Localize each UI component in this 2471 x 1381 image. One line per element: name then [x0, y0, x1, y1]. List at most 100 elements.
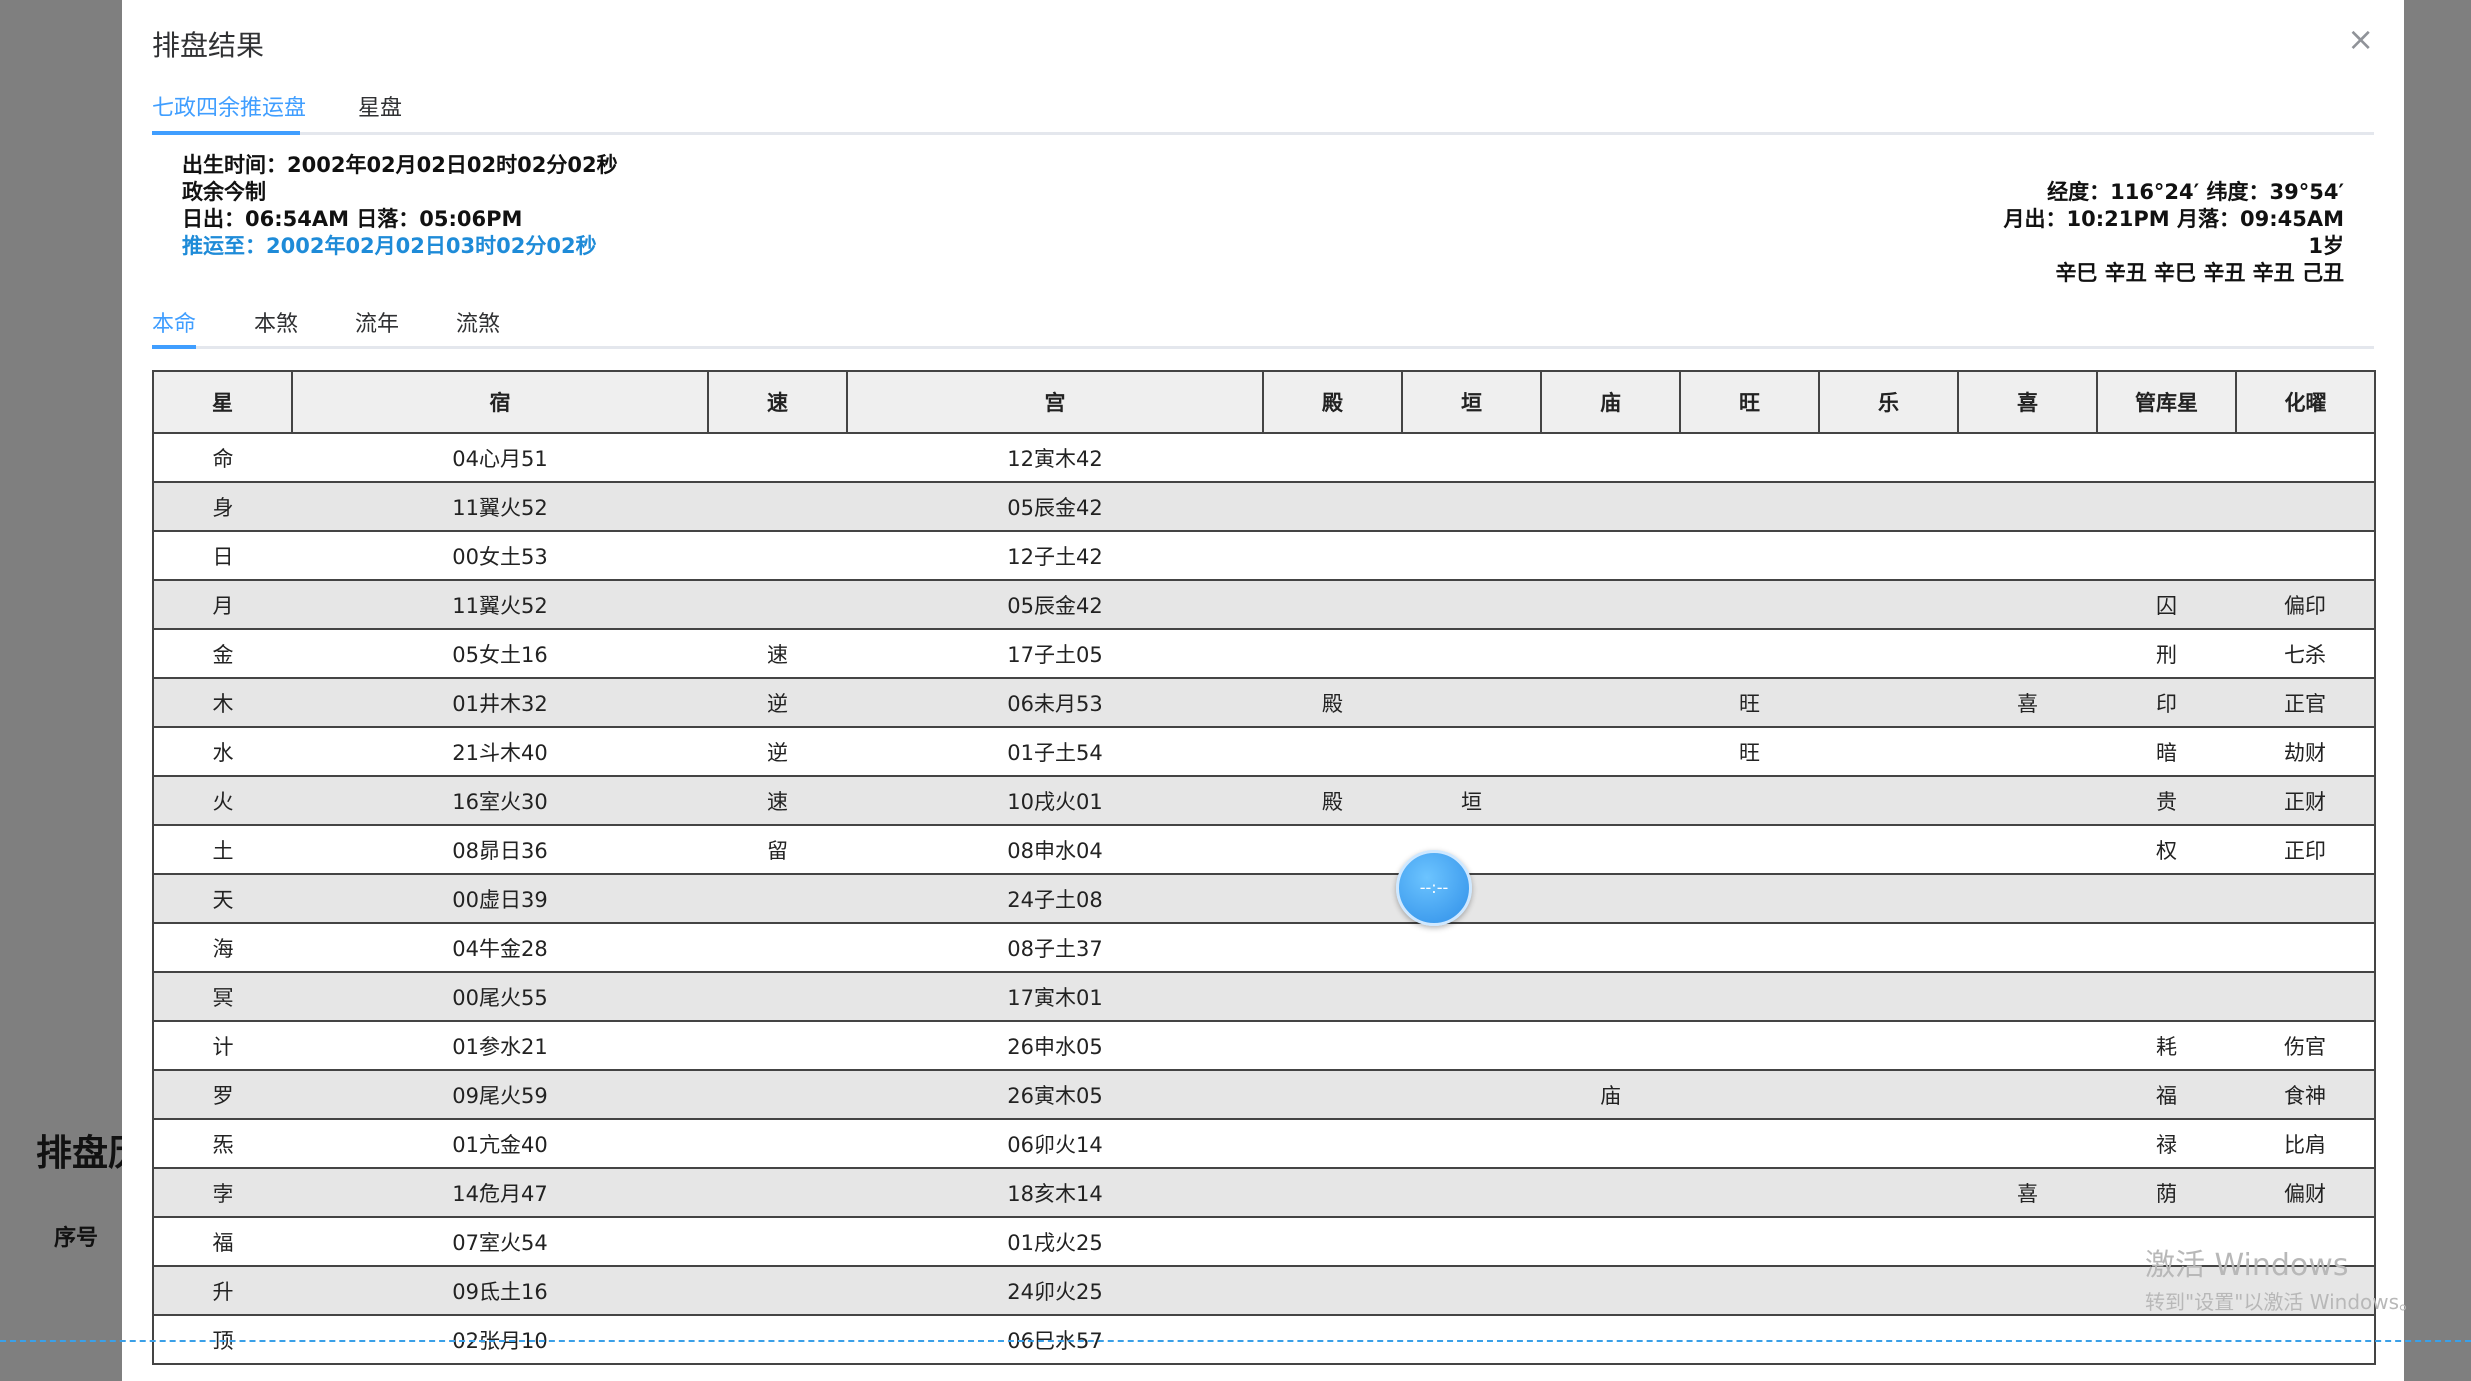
table-cell — [1541, 579, 1680, 630]
table-cell — [708, 530, 847, 581]
table-cell: 庙 — [1541, 1069, 1680, 1120]
active-subtab-indicator — [152, 345, 196, 349]
table-cell — [1263, 1118, 1402, 1169]
location-info: 经度：116°24′ 纬度：39°54′ 月出：10:21PM 月落：09:45… — [2004, 179, 2344, 287]
table-cell — [1541, 1167, 1680, 1218]
table-row: 日 00女土53 12子土42 — [152, 530, 2376, 581]
table-cell: 比肩 — [2236, 1118, 2376, 1169]
table-cell: 17子土05 — [847, 628, 1263, 679]
table-cell — [1958, 1265, 2097, 1316]
table-cell: 金 — [152, 628, 292, 679]
column-header: 速 — [707, 370, 848, 434]
table-cell: 00女土53 — [292, 530, 708, 581]
watermark-line1: 激活 Windows — [2145, 1248, 2349, 1283]
table-cell — [1819, 1069, 1958, 1120]
column-header: 庙 — [1540, 370, 1681, 434]
column-header: 宫 — [846, 370, 1264, 434]
table-cell: 升 — [152, 1265, 292, 1316]
table-cell: 12子土42 — [847, 530, 1263, 581]
table-cell — [1680, 873, 1819, 924]
table-cell — [1958, 628, 2097, 679]
table-cell: 24卯火25 — [847, 1265, 1263, 1316]
top-tabs: 七政四余推运盘 星盘 — [152, 86, 2374, 135]
table-cell — [708, 1118, 847, 1169]
close-icon[interactable]: × — [2347, 20, 2374, 58]
table-cell: 正印 — [2236, 824, 2376, 875]
table-cell — [1680, 1020, 1819, 1071]
table-cell — [1958, 1118, 2097, 1169]
table-cell — [1680, 775, 1819, 826]
watermark-line2: 转到"设置"以激活 Windows。 — [2145, 1290, 2420, 1314]
table-cell — [1541, 1118, 1680, 1169]
tab-liunian[interactable]: 流年 — [355, 306, 399, 338]
table-cell — [708, 1216, 847, 1267]
table-cell — [1680, 432, 1819, 483]
table-row: 土 08昴日36 留 08申水04 权正印 — [152, 824, 2376, 875]
table-row: 升 09氐土16 24卯火25 — [152, 1265, 2376, 1316]
table-cell — [1958, 432, 2097, 483]
table-cell — [1402, 579, 1541, 630]
table-cell — [708, 922, 847, 973]
star-table: 星宿速宫殿垣庙旺乐喜管库星 化曜 命 04心月51 12寅木42 身 11翼火52 05辰金… — [152, 370, 2376, 1365]
table-cell — [1958, 971, 2097, 1022]
table-cell: 七杀 — [2236, 628, 2376, 679]
result-dialog: 排盘结果 × 七政四余推运盘 星盘 出生时间：2002年02月02日02时02分… — [122, 0, 2404, 1381]
table-row: 罗 09尾火59 26寅木05 庙 福食神 — [152, 1069, 2376, 1120]
table-cell — [1819, 971, 1958, 1022]
tab-liusha[interactable]: 流煞 — [456, 306, 500, 338]
table-cell: 贵 — [2097, 775, 2236, 826]
table-cell — [1680, 1118, 1819, 1169]
table-cell: 火 — [152, 775, 292, 826]
tab-qizheng[interactable]: 七政四余推运盘 — [152, 90, 306, 122]
moonrise-moonset: 月出：10:21PM 月落：09:45AM — [2003, 207, 2344, 231]
table-cell: 喜 — [1958, 677, 2097, 728]
table-cell: 留 — [708, 824, 847, 875]
sub-tabs: 本命 本煞 流年 流煞 — [152, 302, 2374, 349]
table-cell — [1958, 775, 2097, 826]
table-header-row: 星宿速宫殿垣庙旺乐喜管库星 化曜 — [152, 370, 2376, 434]
table-cell — [1263, 481, 1402, 532]
table-cell: 日 — [152, 530, 292, 581]
table-cell: 09氐土16 — [292, 1265, 708, 1316]
table-cell — [2097, 530, 2236, 581]
table-cell: 00尾火55 — [292, 971, 708, 1022]
table-cell — [1402, 1167, 1541, 1218]
table-row: 水 21斗木40 逆 01子土54 旺 暗劫财 — [152, 726, 2376, 777]
table-cell — [1680, 824, 1819, 875]
table-cell — [1402, 971, 1541, 1022]
table-cell: 01戌火25 — [847, 1216, 1263, 1267]
table-cell: 04牛金28 — [292, 922, 708, 973]
table-cell: 04心月51 — [292, 432, 708, 483]
column-header: 乐 — [1818, 370, 1959, 434]
table-row: 计 01参水21 26申水05 耗伤官 — [152, 1020, 2376, 1071]
table-cell — [1541, 530, 1680, 581]
table-cell — [1680, 1167, 1819, 1218]
table-cell — [1819, 775, 1958, 826]
table-cell — [1263, 1216, 1402, 1267]
table-cell — [1680, 1216, 1819, 1267]
table-body: 命 04心月51 12寅木42 身 11翼火52 05辰金42 日 00女土53 12子土42 月… — [152, 432, 2376, 1365]
table-cell: 01子土54 — [847, 726, 1263, 777]
table-cell: 旺 — [1680, 677, 1819, 728]
birth-info: 出生时间：2002年02月02日02时02分02秒 政余今制 日出：06:54A… — [182, 152, 618, 260]
table-cell — [1402, 432, 1541, 483]
table-cell — [1819, 824, 1958, 875]
table-row: 孛 14危月47 18亥木14 喜荫偏财 — [152, 1167, 2376, 1218]
ganzhi: 辛巳 辛丑 辛巳 辛丑 辛丑 己丑 — [2055, 261, 2344, 285]
table-row: 火 16室火30 速 10戌火01 殿垣 贵正财 — [152, 775, 2376, 826]
table-cell — [1541, 873, 1680, 924]
table-cell — [1958, 922, 2097, 973]
tab-bensha[interactable]: 本煞 — [254, 306, 298, 338]
table-cell — [1263, 726, 1402, 777]
age: 1岁 — [2308, 234, 2344, 258]
table-cell — [1263, 1167, 1402, 1218]
tab-benming[interactable]: 本命 — [152, 306, 196, 338]
table-cell — [708, 1265, 847, 1316]
floating-clock-button[interactable]: --:-- — [1396, 850, 1472, 926]
table-cell: 伤官 — [2236, 1020, 2376, 1071]
table-cell — [1680, 922, 1819, 973]
table-cell: 16室火30 — [292, 775, 708, 826]
table-cell: 01参水21 — [292, 1020, 708, 1071]
table-cell — [1958, 726, 2097, 777]
tab-xingpan[interactable]: 星盘 — [358, 90, 402, 122]
